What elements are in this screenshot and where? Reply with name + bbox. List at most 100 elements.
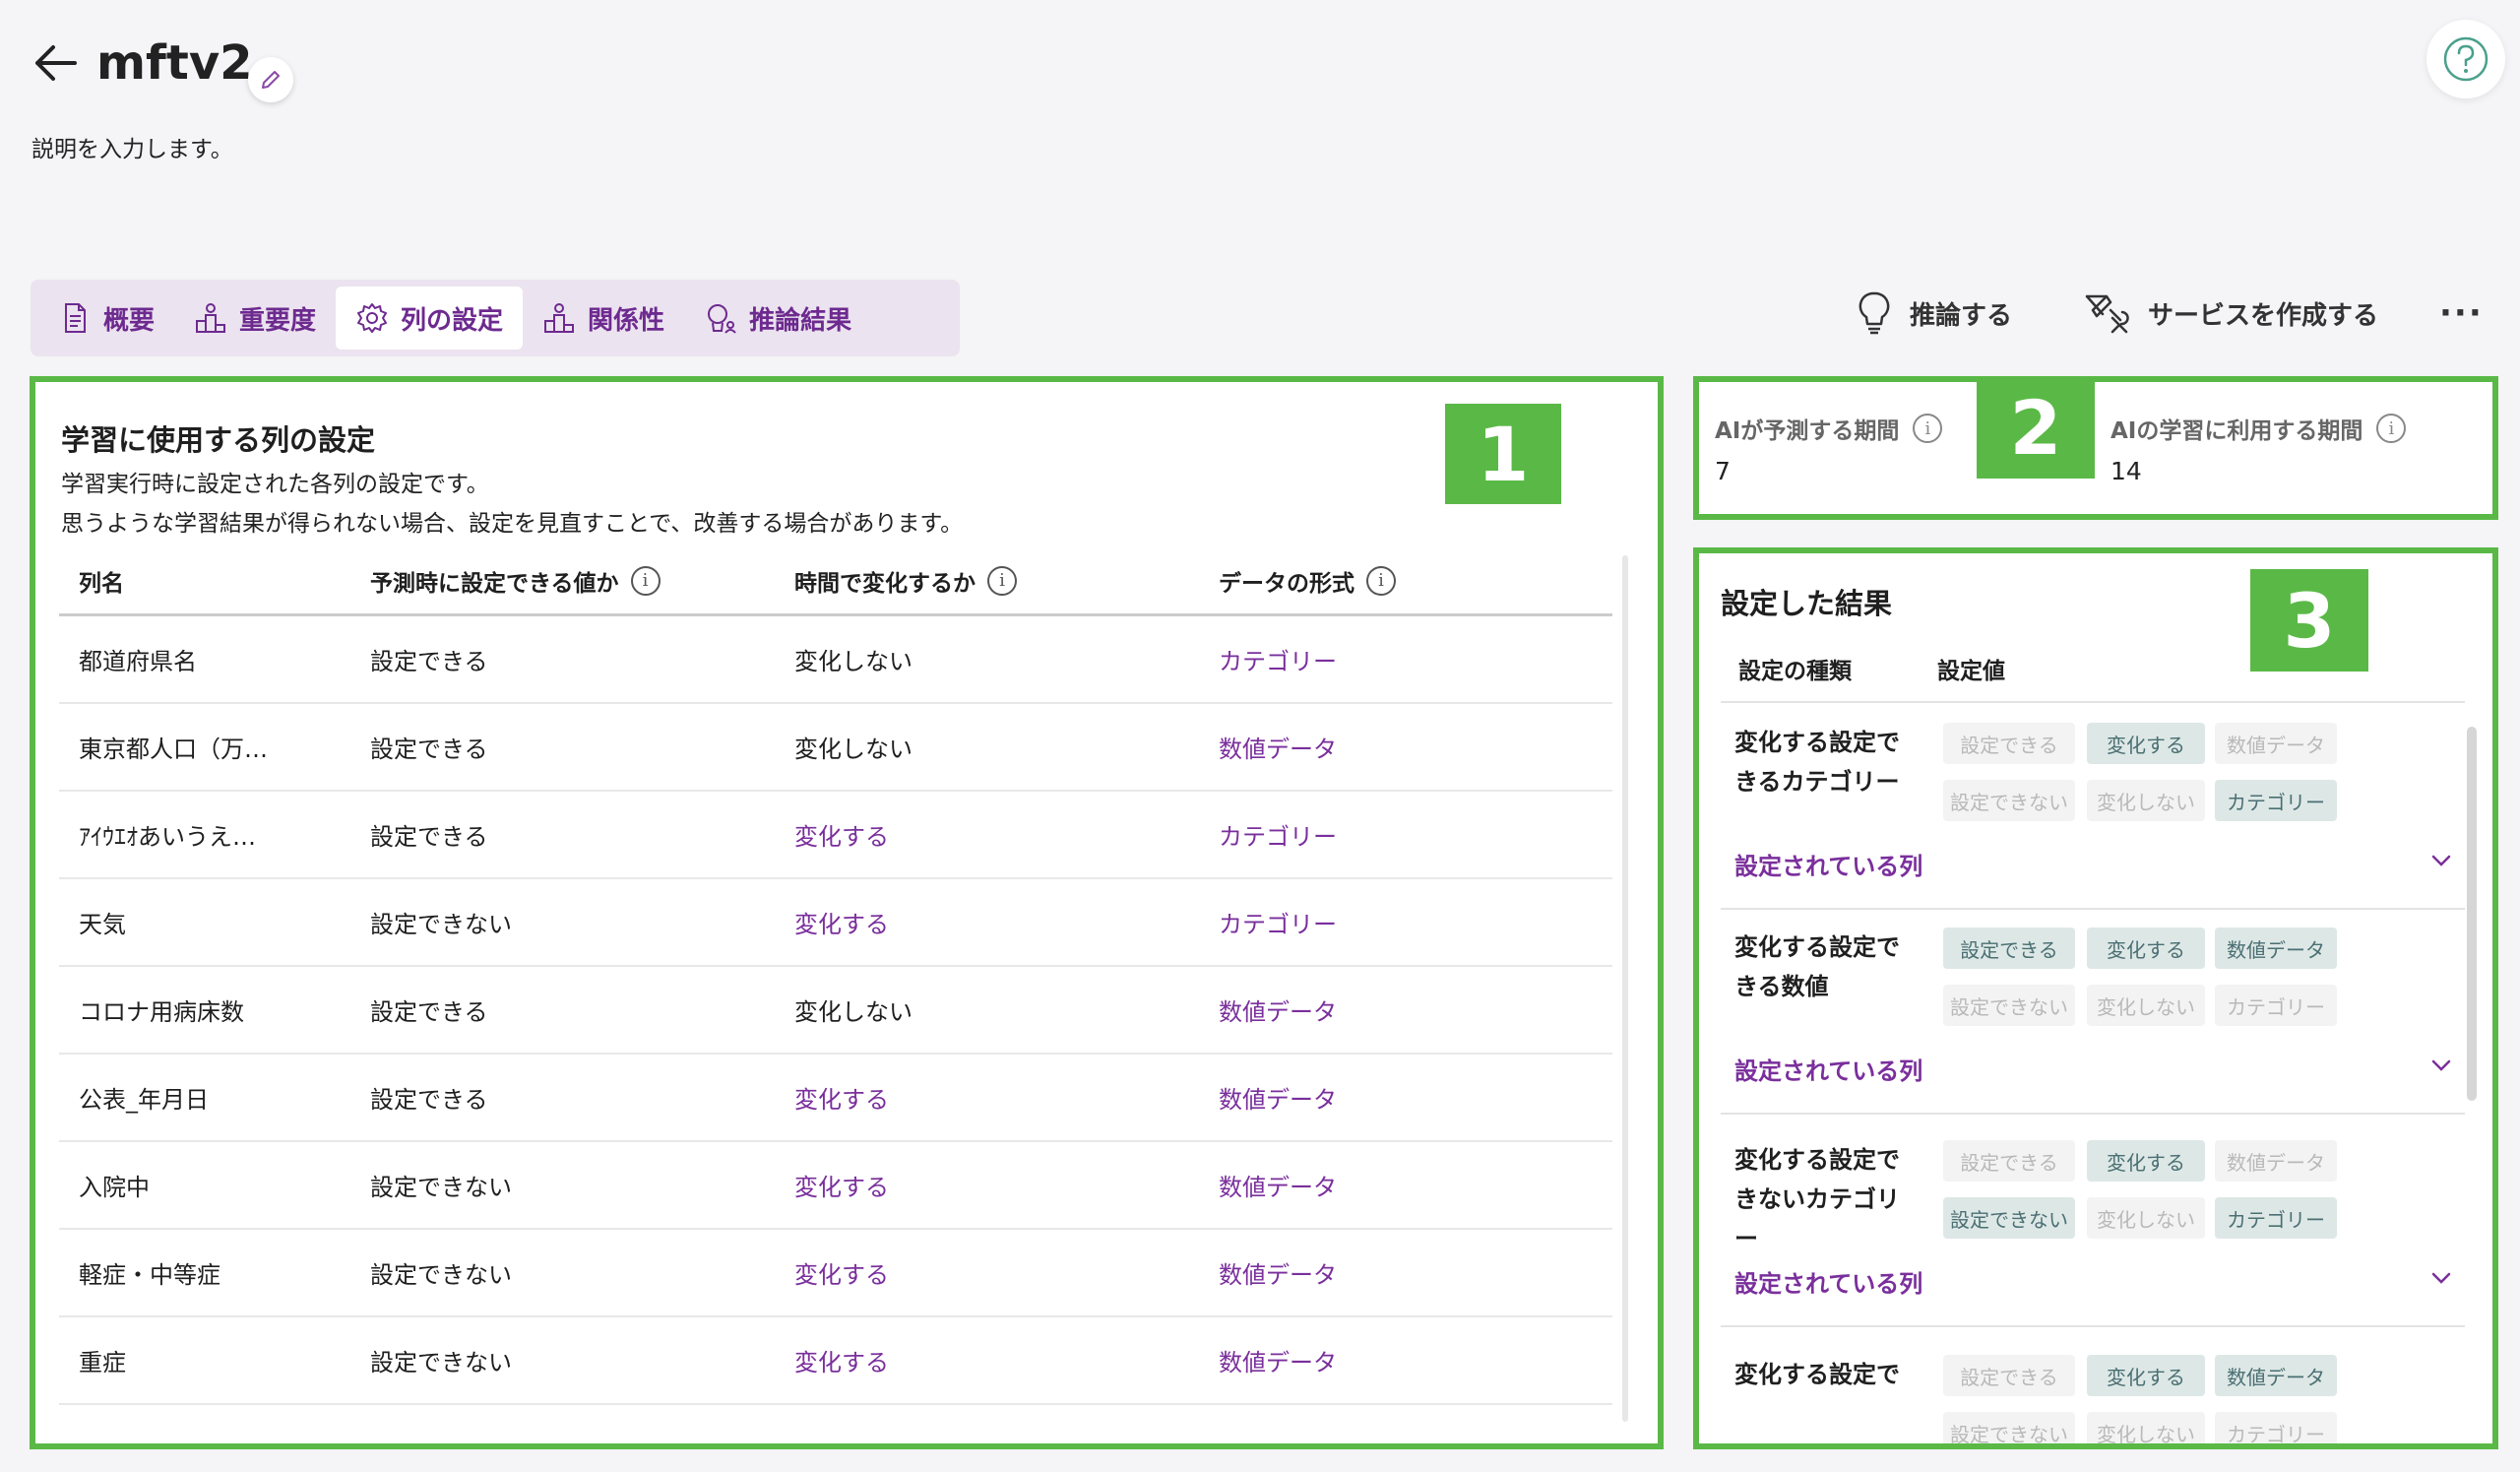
cell-column-name: 公表_年月日 (79, 1086, 209, 1114)
service-icon (2085, 294, 2129, 334)
cell-changes: 変化する (794, 1349, 889, 1376)
table-row[interactable]: 軽症・中等症 設定できない 変化する 数値データ (59, 1230, 1612, 1317)
cell-column-name: 都道府県名 (79, 648, 197, 675)
configured-columns-toggle[interactable]: 設定されている列 (1734, 1052, 1922, 1086)
table-row[interactable]: 東京都人口（万… 設定できる 変化しない 数値データ (59, 704, 1612, 792)
cell-changes: 変化する (794, 823, 889, 851)
cell-format: 数値データ (1219, 998, 1337, 1026)
configured-columns-toggle[interactable]: 設定されている列 (1734, 1264, 1922, 1299)
header-label: 時間で変化するか (794, 570, 976, 597)
setting-chip: 数値データ (2215, 928, 2337, 969)
predict-period: AIが予測する期間 i 7 (1715, 412, 1943, 485)
setting-chip: カテゴリー (2215, 780, 2337, 821)
table-row[interactable]: 重症 設定できない 変化する 数値データ (59, 1317, 1612, 1405)
back-arrow-icon[interactable] (26, 33, 85, 93)
learn-period-label: AIの学習に利用する期間 (2110, 418, 2363, 444)
create-service-button[interactable]: サービスを作成する (2083, 288, 2378, 339)
infer-label: 推論する (1910, 300, 2013, 331)
column-settings-table: 列名 予測時に設定できる値か i 時間で変化するか i データの形式 i 都道府県名設… (59, 547, 1612, 1405)
info-icon[interactable]: i (987, 565, 1017, 596)
tab-label: 概要 (103, 305, 156, 336)
tab-inference-results[interactable]: 推論結果 (684, 287, 871, 350)
setting-chip: 設定できる (1943, 723, 2075, 764)
cell-format: 数値データ (1219, 1174, 1337, 1201)
setting-chip: 設定できない (1943, 985, 2075, 1026)
more-menu-button[interactable]: ··· (2439, 293, 2484, 333)
setting-chip: 設定できる (1943, 1355, 2075, 1396)
table-row[interactable]: 天気 設定できない 変化する カテゴリー (59, 879, 1612, 967)
tab-importance[interactable]: 重要度 (174, 287, 336, 350)
tab-column-settings[interactable]: 列の設定 (336, 287, 524, 350)
panel-title: 学習に使用する列の設定 (61, 423, 376, 457)
predict-period-value: 7 (1715, 457, 1731, 485)
configured-columns-toggle[interactable]: 設定されている列 (1734, 847, 1922, 881)
edit-pencil-icon[interactable] (248, 57, 293, 102)
learn-period: AIの学習に利用する期間 i 14 (2110, 412, 2407, 485)
cell-changes: 変化する (794, 1261, 889, 1289)
cell-changes: 変化しない (794, 998, 913, 1026)
chevron-down-icon[interactable] (2429, 1054, 2453, 1081)
table-scrollbar[interactable] (1622, 555, 1628, 1422)
setting-chip: 設定できない (1943, 1412, 2075, 1443)
divider (1721, 908, 2465, 910)
setting-chip: 設定できる (1943, 1140, 2075, 1182)
setting-chip: 変化しない (2087, 1412, 2205, 1443)
cell-settable: 設定できる (370, 1086, 488, 1114)
setting-chip: 設定できる (1943, 928, 2075, 969)
cell-settable: 設定できる (370, 648, 488, 675)
cell-settable: 設定できる (370, 823, 488, 851)
gear-icon (357, 303, 388, 333)
cell-column-name: コロナ用病床数 (79, 998, 244, 1026)
table-row[interactable]: 入院中 設定できない 変化する 数値データ (59, 1142, 1612, 1230)
cell-changes: 変化する (794, 1086, 889, 1114)
cell-changes: 変化する (794, 1174, 889, 1201)
info-icon[interactable]: i (630, 565, 661, 596)
tab-label: 関係性 (588, 305, 665, 336)
info-icon[interactable]: i (2376, 414, 2407, 443)
lightbulb-icon (1858, 291, 1890, 335)
header-changes: 時間で変化するか i (788, 564, 1213, 598)
tab-overview[interactable]: 概要 (38, 287, 174, 350)
cell-changes: 変化しない (794, 648, 913, 675)
period-panel: AIが予測する期間 i 7 AIの学習に利用する期間 i 14 2 (1693, 376, 2498, 520)
tab-relations[interactable]: 関係性 (523, 287, 684, 350)
annotation-badge: 2 (1977, 376, 2095, 479)
cell-column-name: 軽症・中等症 (79, 1261, 220, 1289)
cell-format: 数値データ (1219, 1261, 1337, 1289)
divider (1721, 701, 2465, 703)
divider (1721, 1113, 2465, 1115)
setting-chip: 数値データ (2215, 1355, 2337, 1396)
cell-format: 数値データ (1219, 1086, 1337, 1114)
chevron-down-icon[interactable] (2429, 849, 2453, 876)
header-column-name: 列名 (79, 570, 124, 597)
create-service-label: サービスを作成する (2148, 300, 2379, 331)
panel-scrollbar[interactable] (2467, 727, 2477, 1101)
divider (1721, 1325, 2465, 1327)
cell-format: カテゴリー (1219, 911, 1337, 938)
cell-settable: 設定できる (370, 998, 488, 1026)
predict-period-label: AIが予測する期間 (1715, 418, 1900, 444)
info-icon[interactable]: i (1366, 565, 1396, 596)
panel-subtitle: 思うような学習結果が得られない場合、設定を見直すことで、改善する場合があります。 (61, 511, 964, 537)
setting-chip: 変化しない (2087, 985, 2205, 1026)
setting-chip: 変化しない (2087, 1197, 2205, 1239)
table-row[interactable]: コロナ用病床数 設定できる 変化しない 数値データ (59, 967, 1612, 1055)
cell-column-name: 重症 (79, 1349, 126, 1376)
setting-group-name: 変化する設定できるカテゴリー (1734, 729, 1900, 796)
table-row[interactable]: 都道府県名 設定できる 変化しない カテゴリー (59, 616, 1612, 704)
cell-settable: 設定できない (370, 1349, 512, 1376)
info-icon[interactable]: i (1913, 414, 1943, 443)
infer-button[interactable]: 推論する (1857, 288, 2012, 339)
chevron-down-icon[interactable] (2429, 1266, 2453, 1294)
page-description[interactable]: 説明を入力します。 (32, 130, 233, 163)
setting-chip: 変化する (2087, 1355, 2205, 1396)
setting-group-name: 変化する設定できる数値 (1734, 933, 1900, 1000)
table-row[interactable]: 公表_年月日 設定できる 変化する 数値データ (59, 1055, 1612, 1142)
table-row[interactable]: ｱｲｳｴｵあいうえ… 設定できる 変化する カテゴリー (59, 792, 1612, 879)
help-icon[interactable] (2426, 20, 2505, 98)
cell-settable: 設定できない (370, 911, 512, 938)
cell-changes: 変化しない (794, 736, 913, 763)
setting-chip: カテゴリー (2215, 1197, 2337, 1239)
setting-group-name: 変化する設定で (1734, 1361, 1900, 1388)
setting-chip: カテゴリー (2215, 1412, 2337, 1443)
